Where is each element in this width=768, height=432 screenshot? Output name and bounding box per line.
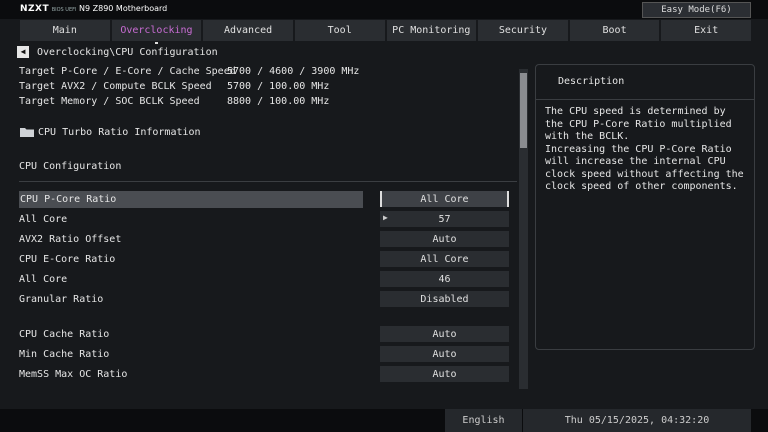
setting-ecore-all-core[interactable]: All Core 46 [19, 271, 519, 288]
setting-value[interactable]: 46 [380, 271, 509, 287]
section-title: CPU Configuration [19, 161, 122, 172]
setting-min-cache-ratio[interactable]: Min Cache Ratio Auto [19, 346, 519, 363]
tab-main[interactable]: Main [20, 20, 110, 41]
setting-memss-max-oc-ratio[interactable]: MemSS Max OC Ratio Auto [19, 366, 519, 383]
setting-pcore-all-core[interactable]: All Core 57 [19, 211, 519, 228]
setting-cpu-ecore-ratio[interactable]: CPU E-Core Ratio All Core [19, 251, 519, 268]
setting-granular-ratio[interactable]: Granular Ratio Disabled [19, 291, 519, 308]
tab-advanced[interactable]: Advanced [203, 20, 293, 41]
setting-value[interactable]: All Core [380, 251, 509, 267]
board-name: N9 Z890 Motherboard [79, 4, 168, 13]
setting-value[interactable]: Auto [380, 346, 509, 362]
arrow-left-icon[interactable]: ◀ [17, 46, 29, 58]
setting-value[interactable]: Auto [380, 366, 509, 382]
main-tabs: Main Overclocking Advanced Tool PC Monit… [20, 20, 751, 44]
setting-value[interactable]: 57 [380, 211, 509, 227]
scrollbar[interactable] [519, 69, 528, 389]
turbo-ratio-link[interactable]: CPU Turbo Ratio Information [19, 126, 201, 138]
folder-icon [20, 128, 34, 137]
divider [19, 181, 517, 182]
description-panel: Description The CPU speed is determined … [535, 64, 755, 350]
tab-security[interactable]: Security [478, 20, 568, 41]
info-value-avx2: 5700 / 100.00 MHz [227, 81, 330, 92]
info-line-pcore: Target P-Core / E-Core / Cache Speed [19, 66, 236, 77]
tab-exit[interactable]: Exit [661, 20, 751, 41]
setting-avx2-ratio-offset[interactable]: AVX2 Ratio Offset Auto [19, 231, 519, 248]
setting-cpu-pcore-ratio[interactable]: CPU P-Core Ratio All Core [19, 191, 519, 208]
breadcrumb: ◀ Overclocking\CPU Configuration [17, 46, 218, 58]
description-title: Description [536, 65, 754, 100]
datetime: Thu 05/15/2025, 04:32:20 [523, 409, 751, 432]
description-text: The CPU speed is determined by the CPU P… [545, 106, 744, 192]
tab-overclocking[interactable]: Overclocking [111, 20, 202, 44]
breadcrumb-path: Overclocking\CPU Configuration [37, 46, 218, 58]
tab-tool[interactable]: Tool [294, 20, 385, 41]
setting-value[interactable]: Auto [380, 326, 509, 342]
easy-mode-button[interactable]: Easy Mode(F6) [642, 2, 751, 18]
setting-cpu-cache-ratio[interactable]: CPU Cache Ratio Auto [19, 326, 519, 343]
setting-value[interactable]: Disabled [380, 291, 509, 307]
setting-value[interactable]: Auto [380, 231, 509, 247]
info-value-memory: 8800 / 100.00 MHz [227, 96, 330, 107]
mouse-cursor-icon: ▶ [383, 213, 388, 222]
info-line-avx2: Target AVX2 / Compute BCLK Speed [19, 81, 212, 92]
info-line-memory: Target Memory / SOC BCLK Speed [19, 96, 200, 107]
language-button[interactable]: English [445, 409, 522, 432]
brand-logo: NZXT BIOS UEFI N9 Z890 Motherboard [20, 4, 168, 14]
info-value-pcore: 5700 / 4600 / 3900 MHz [227, 66, 360, 77]
setting-value[interactable]: All Core [380, 191, 509, 207]
tab-boot[interactable]: Boot [569, 20, 660, 41]
scrollbar-thumb[interactable] [520, 73, 527, 148]
tab-pc-monitoring[interactable]: PC Monitoring [386, 20, 477, 41]
